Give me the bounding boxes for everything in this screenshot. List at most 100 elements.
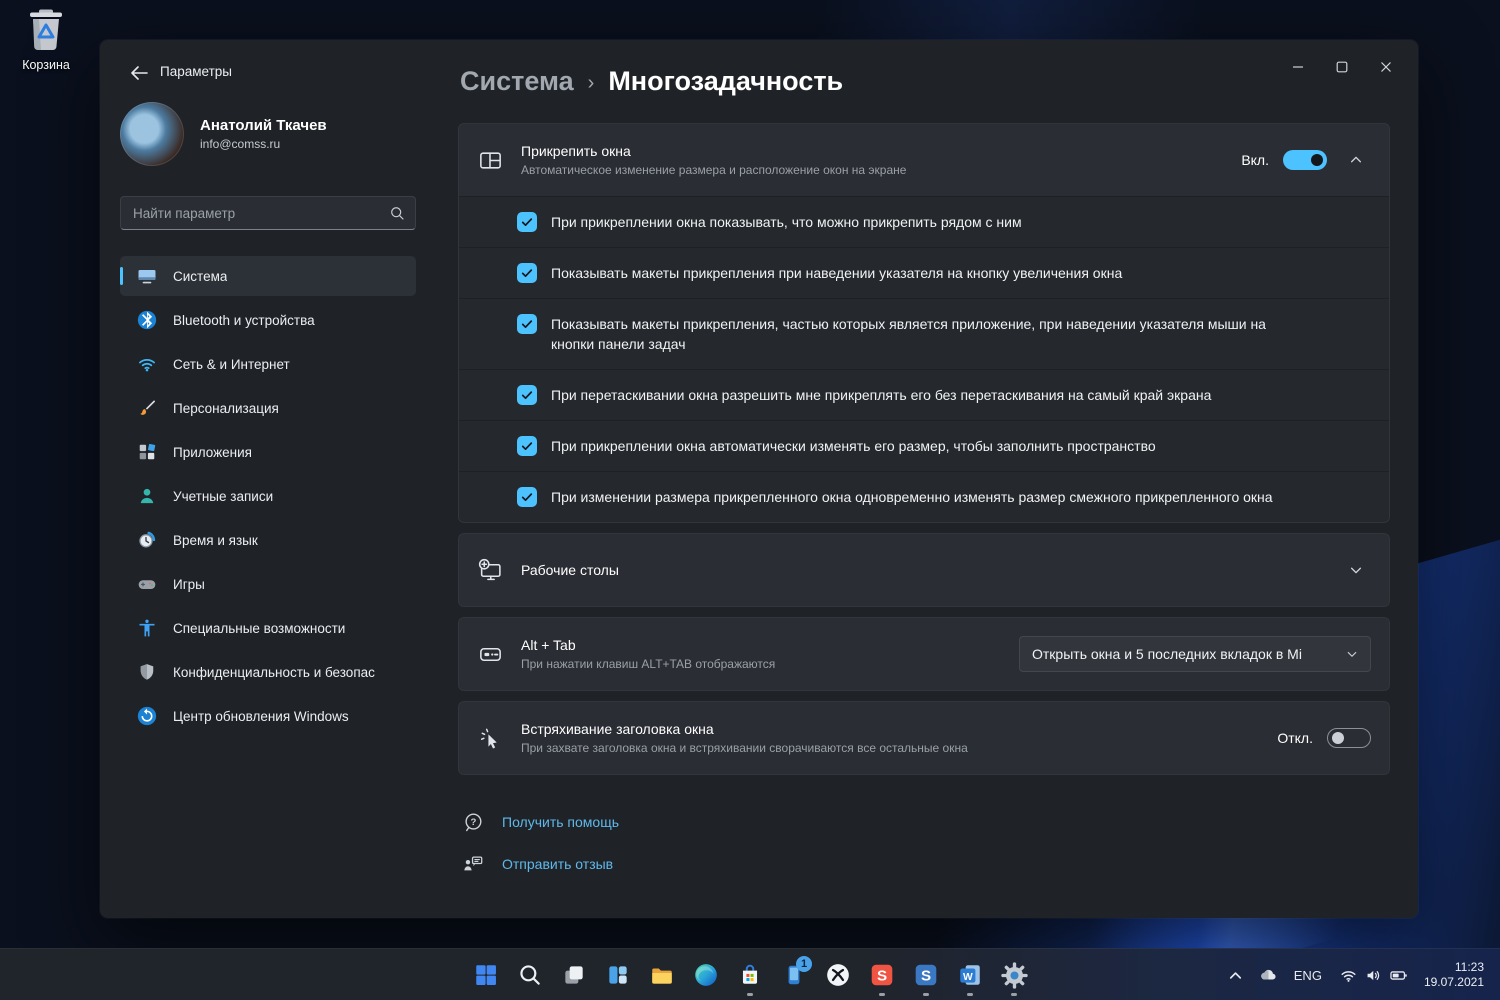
alt-tab-dropdown[interactable]: Открыть окна и 5 последних вкладок в Mi: [1019, 636, 1371, 672]
sidebar-item-games[interactable]: Игры: [120, 564, 416, 604]
taskbar-app-s-blue-button[interactable]: S: [904, 951, 948, 999]
running-indicator: [1011, 993, 1017, 996]
snap-toggle[interactable]: [1283, 150, 1327, 170]
title-shake-header: Встряхивание заголовка окна При захвате …: [459, 702, 1389, 774]
tray-system-icons[interactable]: [1331, 966, 1416, 985]
taskbar-word-button[interactable]: W: [948, 951, 992, 999]
feedback-icon: [462, 853, 484, 875]
user-email: info@comss.ru: [200, 137, 281, 151]
snap-option-label: Показывать макеты прикрепления при навед…: [551, 265, 1123, 281]
sidebar-item-accounts[interactable]: Учетные записи: [120, 476, 416, 516]
snap-option-row[interactable]: При прикреплении окна показывать, что мо…: [459, 196, 1389, 247]
taskbar-task-view-button[interactable]: [552, 951, 596, 999]
snap-option-label: При прикреплении окна показывать, что мо…: [551, 214, 1022, 230]
desktops-header[interactable]: Рабочие столы: [459, 534, 1389, 606]
send-feedback-link[interactable]: Отправить отзыв: [462, 853, 1390, 875]
search-icon: [391, 207, 404, 220]
snap-option-row[interactable]: При перетаскивании окна разрешить мне пр…: [459, 369, 1389, 420]
title-shake-state-label: Откл.: [1277, 730, 1313, 746]
snap-state-label: Вкл.: [1241, 152, 1269, 168]
edge-browser-icon: [695, 964, 717, 986]
search-input[interactable]: [133, 205, 389, 221]
search-icon: [520, 965, 540, 985]
checkbox-checked-icon[interactable]: [517, 385, 537, 405]
sidebar-item-system[interactable]: Система: [120, 256, 416, 296]
recycle-bin-shortcut[interactable]: Корзина: [12, 8, 80, 72]
tray-language-indicator[interactable]: ENG: [1285, 968, 1331, 983]
taskbar-app-s-red-button[interactable]: S: [860, 951, 904, 999]
desktops-icon: [477, 557, 503, 583]
checkbox-checked-icon[interactable]: [517, 436, 537, 456]
svg-text:W: W: [963, 972, 973, 983]
snap-option-row[interactable]: Показывать макеты прикрепления при навед…: [459, 247, 1389, 298]
accessibility-icon: [136, 618, 157, 639]
wifi-status-icon: [1341, 970, 1356, 982]
alt-tab-icon: [477, 641, 503, 667]
sidebar-item-label: Учетные записи: [173, 488, 274, 504]
snap-option-row[interactable]: При прикреплении окна автоматически изме…: [459, 420, 1389, 471]
xbox-icon: [827, 964, 849, 986]
volume-icon: [1367, 970, 1380, 980]
title-shake-toggle[interactable]: [1327, 728, 1371, 748]
window-title: Параметры: [160, 64, 232, 79]
chevron-up-icon: [1229, 971, 1241, 979]
taskbar-edge-button[interactable]: [684, 951, 728, 999]
breadcrumb-parent[interactable]: Система: [460, 66, 574, 97]
sidebar-item-label: Время и язык: [173, 532, 258, 548]
taskbar-search-button[interactable]: [508, 951, 552, 999]
back-button[interactable]: [124, 60, 154, 86]
checkbox-checked-icon[interactable]: [517, 487, 537, 507]
taskbar-phone-link-button[interactable]: 1: [772, 951, 816, 999]
taskbar: 1 S S W ENG 11:23 19.07.2021: [0, 948, 1500, 1000]
alt-tab-dropdown-value: Открыть окна и 5 последних вкладок в Mi: [1032, 646, 1302, 662]
sidebar-item-accessibility[interactable]: Специальные возможности: [120, 608, 416, 648]
snap-windows-header[interactable]: Прикрепить окна Автоматическое изменение…: [459, 124, 1389, 196]
title-shake-subtitle: При захвате заголовка окна и встряхивани…: [521, 741, 968, 755]
get-help-link[interactable]: ? Получить помощь: [462, 811, 1390, 833]
snap-collapse-button[interactable]: [1341, 145, 1371, 175]
taskbar-xbox-button[interactable]: [816, 951, 860, 999]
taskbar-settings-button[interactable]: [992, 951, 1036, 999]
sidebar-item-bluetooth-devices[interactable]: Bluetooth и устройства: [120, 300, 416, 340]
sidebar-item-label: Персонализация: [173, 400, 279, 416]
bluetooth-icon: [136, 310, 157, 331]
sidebar-nav: Система Bluetooth и устройства Сеть & и …: [120, 256, 416, 736]
taskbar-start-button[interactable]: [464, 951, 508, 999]
taskbar-widgets-button[interactable]: [596, 951, 640, 999]
tray-onedrive-button[interactable]: [1252, 955, 1285, 995]
checkbox-checked-icon[interactable]: [517, 263, 537, 283]
sidebar-item-label: Специальные возможности: [173, 620, 346, 636]
running-indicator: [967, 993, 973, 996]
desktops-expand-button[interactable]: [1341, 555, 1371, 585]
snap-option-row[interactable]: Показывать макеты прикрепления, частью к…: [459, 298, 1389, 369]
help-bubble-icon: ?: [462, 811, 484, 833]
sidebar-item-time-language[interactable]: Время и язык: [120, 520, 416, 560]
checkbox-checked-icon[interactable]: [517, 314, 537, 334]
tray-clock[interactable]: 11:23 19.07.2021: [1416, 960, 1494, 990]
settings-search-box[interactable]: [120, 196, 416, 230]
avatar: [120, 102, 184, 166]
snap-option-row[interactable]: При изменении размера прикрепленного окн…: [459, 471, 1389, 522]
taskbar-file-explorer-button[interactable]: [640, 951, 684, 999]
sidebar-item-apps[interactable]: Приложения: [120, 432, 416, 472]
snap-option-label: При перетаскивании окна разрешить мне пр…: [551, 387, 1212, 403]
sidebar: Анатолий Ткачев info@comss.ru Система: [120, 102, 416, 740]
breadcrumb: Система › Многозадачность: [458, 66, 1390, 97]
snap-title: Прикрепить окна: [521, 143, 631, 159]
word-icon: W: [960, 965, 980, 985]
snap-option-label: При прикреплении окна автоматически изме…: [551, 438, 1156, 454]
taskbar-store-button[interactable]: [728, 951, 772, 999]
tray-show-hidden-icons-button[interactable]: [1219, 955, 1252, 995]
tray-time: 11:23: [1454, 960, 1484, 974]
sidebar-item-network-internet[interactable]: Сеть & и Интернет: [120, 344, 416, 384]
sidebar-item-windows-update[interactable]: Центр обновления Windows: [120, 696, 416, 736]
alt-tab-title: Alt + Tab: [521, 637, 576, 653]
arrow-left-icon: [131, 66, 148, 80]
sidebar-item-personalization[interactable]: Персонализация: [120, 388, 416, 428]
sidebar-item-privacy-security[interactable]: Конфиденциальность и безопас: [120, 652, 416, 692]
breadcrumb-separator-icon: ›: [587, 71, 595, 94]
account-profile[interactable]: Анатолий Ткачев info@comss.ru: [120, 102, 416, 166]
user-name: Анатолий Ткачев: [200, 117, 327, 134]
snap-option-label: При изменении размера прикрепленного окн…: [551, 489, 1273, 505]
checkbox-checked-icon[interactable]: [517, 212, 537, 232]
